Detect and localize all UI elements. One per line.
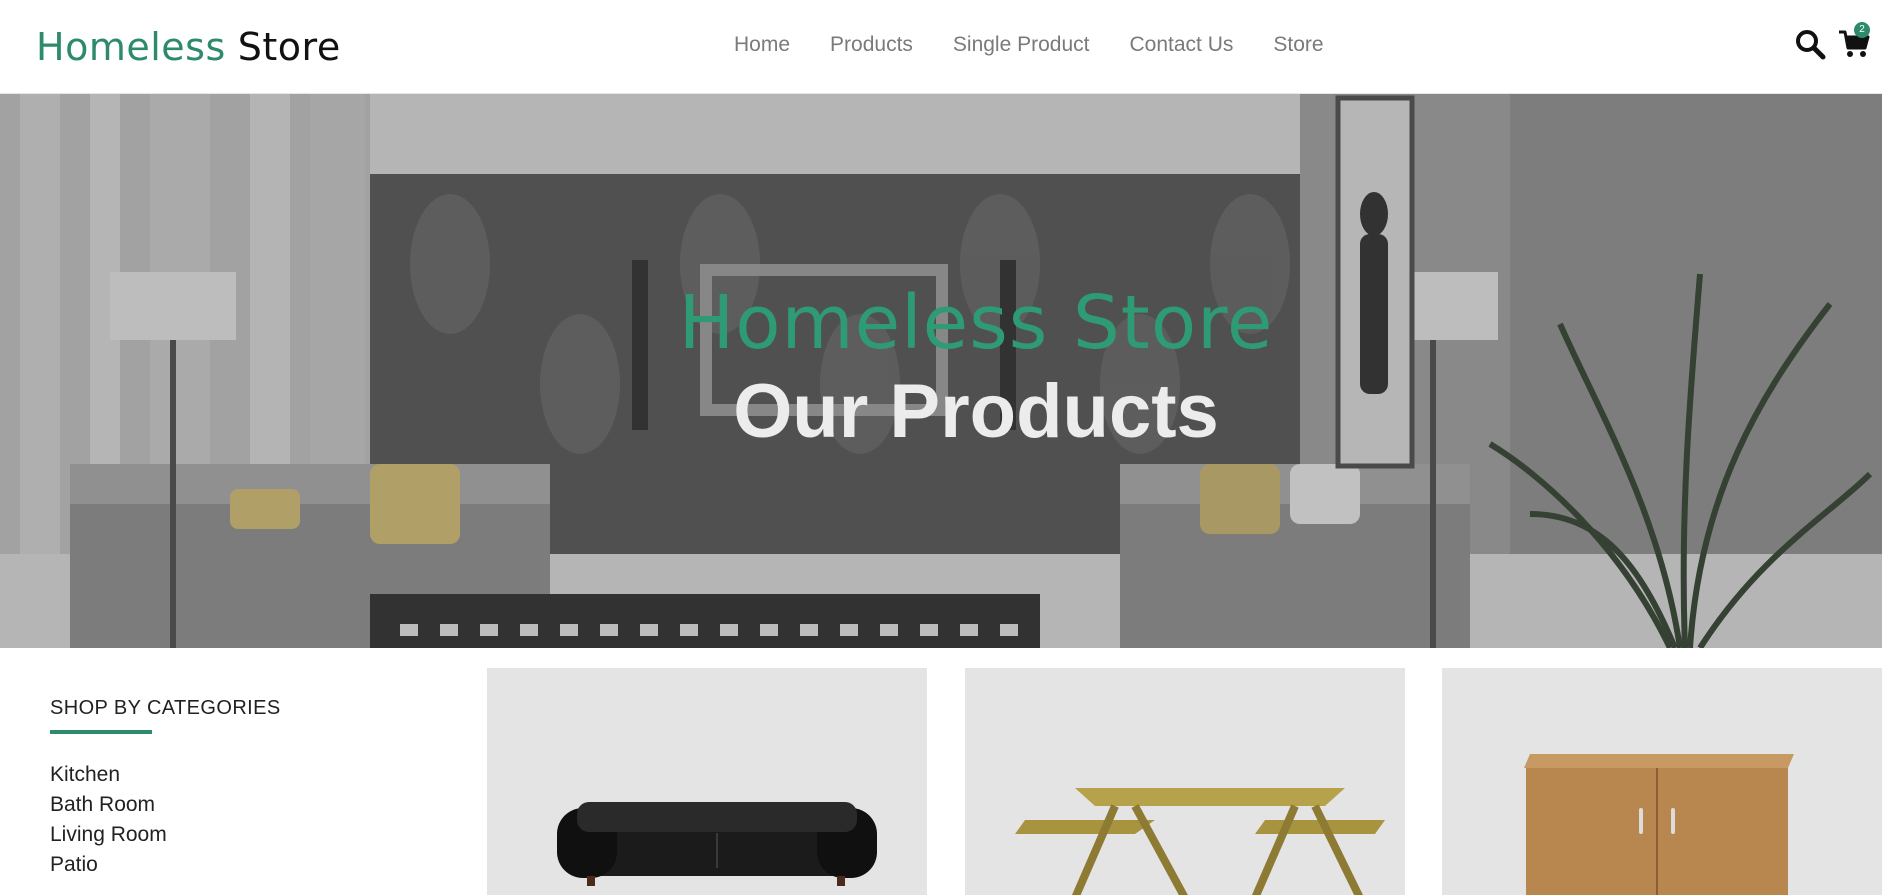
product-card-picnic-table[interactable]	[965, 668, 1405, 895]
category-kitchen[interactable]: Kitchen	[50, 760, 430, 790]
main-nav: Home Products Single Product Contact Us …	[734, 30, 1324, 60]
hero-title: Homeless Store	[678, 280, 1274, 366]
nav-contact-us[interactable]: Contact Us	[1130, 30, 1234, 60]
logo-text-secondary: Store	[237, 25, 341, 69]
logo-text-primary: Homeless	[36, 25, 226, 69]
header-actions: 2	[1790, 22, 1870, 64]
category-living-room[interactable]: Living Room	[50, 820, 430, 850]
categories-heading: SHOP BY CATEGORIES	[50, 697, 281, 719]
nav-single-product[interactable]: Single Product	[953, 30, 1090, 60]
hero-subtitle: Our Products	[733, 369, 1219, 454]
hero-banner: Homeless Store Our Products	[0, 94, 1882, 648]
nav-home[interactable]: Home	[734, 30, 790, 60]
product-card-sofa[interactable]	[487, 668, 927, 895]
picnic-table-image	[1015, 788, 1385, 895]
nav-products[interactable]: Products	[830, 30, 913, 60]
cart-count-badge: 2	[1854, 22, 1870, 38]
product-card-cabinet[interactable]	[1442, 668, 1882, 895]
heading-underline	[50, 730, 152, 734]
cabinet-image	[1524, 754, 1794, 895]
category-bath-room[interactable]: Bath Room	[50, 790, 430, 820]
category-sidebar: SHOP BY CATEGORIES Kitchen Bath Room Liv…	[50, 694, 430, 880]
site-header: Homeless Store Home Products Single Produ…	[0, 0, 1882, 94]
sofa-image	[557, 802, 877, 886]
nav-store[interactable]: Store	[1273, 30, 1323, 60]
search-icon[interactable]	[1794, 28, 1826, 60]
site-logo[interactable]: Homeless Store	[36, 22, 341, 72]
category-patio[interactable]: Patio	[50, 850, 430, 880]
